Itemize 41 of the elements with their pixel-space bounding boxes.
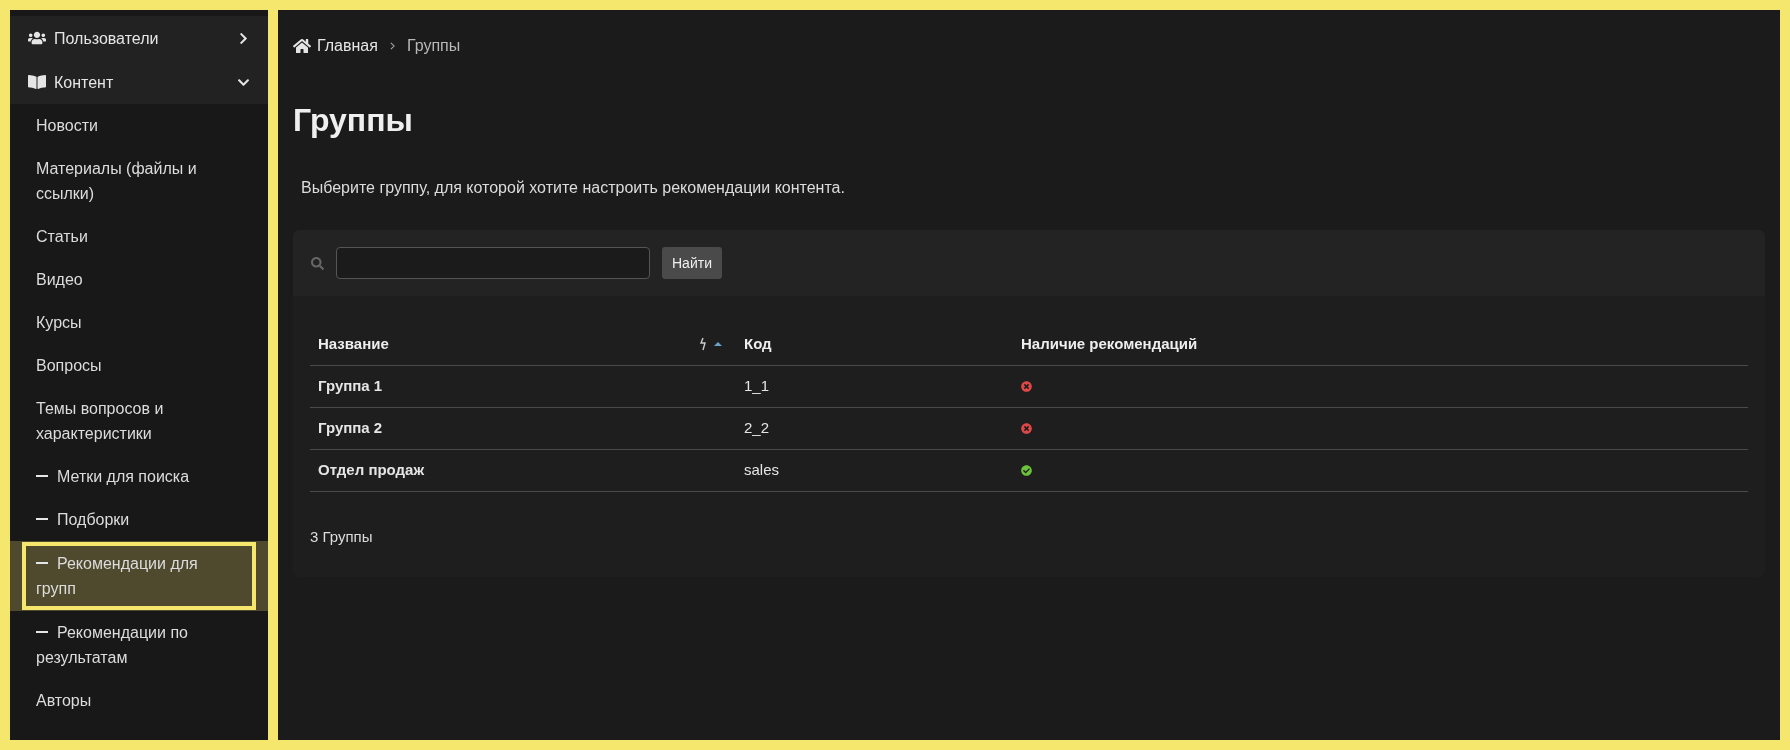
dash-icon [36,518,48,521]
table-cell-text: sales [743,460,781,481]
chevron-icon [389,42,395,50]
column-header[interactable]: Наличие рекомендаций [1013,332,1748,356]
column-header[interactable]: Название [310,332,736,356]
search-icon [311,256,324,270]
dash-icon [36,562,48,565]
column-header[interactable]: Код [736,332,1013,356]
page-description: Выберите группу, для которой хотите настроить рекомендации контента. [301,178,846,198]
sidebar-item[interactable]: Рекомендации по результатам [10,611,268,679]
dash-icon [36,631,48,634]
home-icon [293,37,311,55]
breadcrumb-link[interactable]: Главная [317,34,378,58]
dash-icon [36,475,48,478]
search-field[interactable] [336,247,650,279]
sidebar-group[interactable]: Контент [10,60,268,104]
sidebar-item[interactable]: Рекомендации для групп [10,541,268,611]
users-icon [28,29,46,47]
breadcrumb-current: Группы [406,36,461,56]
sidebar-group[interactable]: Пользователи [10,16,268,60]
book-icon [28,73,46,91]
sidebar-item[interactable]: Курсы [10,301,268,344]
sidebar-item[interactable]: Новости [10,104,268,147]
page-title: Группы [293,101,414,140]
row-count: 3 Группы [310,527,374,547]
sort-icon [698,337,722,351]
table-cell-text: Группа 2 [317,418,384,439]
sidebar-item[interactable]: Подборки [10,498,268,541]
sidebar-item[interactable]: Авторы [10,679,268,722]
sidebar-item[interactable]: Видео [10,258,268,301]
table-cell-text: 1_1 [743,376,771,397]
chevron-icon [237,31,250,45]
table-cell-text: Отдел продаж [317,460,426,481]
sidebar-item[interactable]: Материалы (файлы и ссылки) [10,147,268,215]
sidebar-item[interactable]: Вопросы [10,344,268,387]
table-cell-text: Группа 1 [317,376,384,397]
sidebar-item[interactable]: Статьи [10,215,268,258]
sidebar-item[interactable]: Темы вопросов и характеристики [10,387,268,455]
table-cell-text: 2_2 [743,418,771,439]
search-button[interactable]: Найти [662,247,722,279]
sidebar-item[interactable]: Метки для поиска [10,455,268,498]
